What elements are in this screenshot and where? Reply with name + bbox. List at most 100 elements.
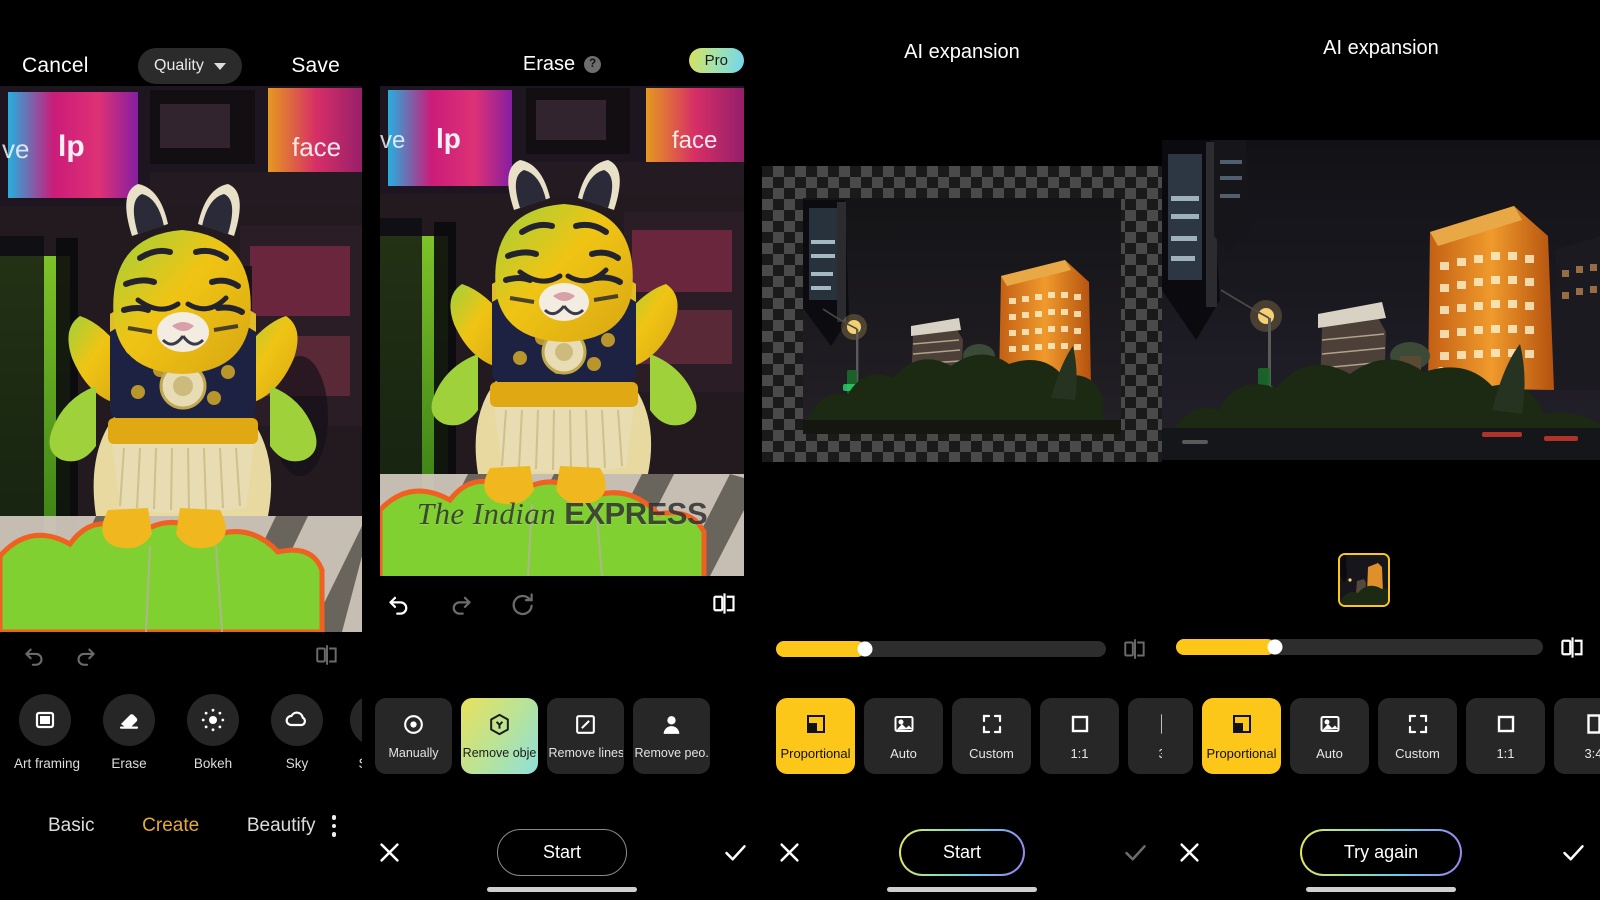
confirm-button-disabled: [1108, 839, 1162, 866]
ratio-proportional[interactable]: Proportional: [776, 698, 855, 774]
panel-photo-editor: Cancel Quality Save lp face ve Art frami…: [0, 0, 362, 900]
ratio-auto[interactable]: Auto: [1290, 698, 1369, 774]
svg-text:face: face: [672, 127, 717, 154]
start-button[interactable]: Start: [898, 828, 1025, 876]
compare-icon[interactable]: [1559, 634, 1586, 661]
watermark-bold: EXPRESS: [564, 496, 708, 531]
ratio-custom[interactable]: Custom: [1378, 698, 1457, 774]
square-icon: [1068, 712, 1092, 736]
quality-dropdown[interactable]: Quality: [138, 48, 242, 84]
try-again-wrap: Try again: [1216, 828, 1546, 876]
confirm-button[interactable]: [708, 839, 762, 866]
reset-icon[interactable]: [508, 590, 535, 617]
mode-remove-lines[interactable]: Remove lines: [547, 698, 624, 774]
slider-thumb[interactable]: [1267, 639, 1283, 655]
ratio-label: Custom: [1395, 745, 1440, 761]
ratio-3-4[interactable]: 3:4: [1128, 698, 1162, 774]
tab-basic[interactable]: Basic: [48, 815, 94, 837]
ratio-1-1[interactable]: 1:1: [1040, 698, 1119, 774]
ratio-3-4-prev[interactable]: 3:4: [1162, 698, 1193, 774]
expanded-result-canvas[interactable]: [1162, 140, 1600, 460]
start-button-wrap: Start: [816, 828, 1108, 876]
tool-sky[interactable]: Sky: [266, 694, 328, 771]
mode-remove-people[interactable]: Remove peo..: [633, 698, 710, 774]
undo-icon[interactable]: [22, 642, 48, 668]
ratio-1-1[interactable]: 1:1: [1466, 698, 1545, 774]
mode-label: Manually: [388, 746, 439, 760]
tool-label: Bokeh: [193, 756, 233, 771]
person-icon: [659, 712, 684, 737]
ratio-proportional[interactable]: Proportional: [1202, 698, 1281, 774]
cancel-button[interactable]: [362, 839, 416, 866]
image-icon: [892, 712, 916, 736]
erase-action-bar: Start: [362, 804, 762, 900]
svg-text:ve: ve: [380, 127, 405, 154]
page-title: AI expansion: [904, 40, 1020, 63]
expand-corners-icon: [980, 712, 1004, 736]
cancel-button[interactable]: [762, 839, 816, 866]
line-square-icon: [573, 712, 598, 737]
expansion-slider[interactable]: [1176, 639, 1543, 655]
redo-icon[interactable]: [447, 590, 474, 617]
redo-icon[interactable]: [72, 642, 98, 668]
aspect-ratio-list-4: 3:4 Proportional Auto Custom: [1162, 698, 1600, 780]
tab-create[interactable]: Create: [142, 815, 199, 837]
night-cityscape-expanded: [1162, 140, 1600, 460]
portrait-icon: [1582, 712, 1600, 736]
tool-label: Sky: [285, 756, 309, 771]
try-again-button[interactable]: Try again: [1299, 828, 1463, 876]
confirm-button[interactable]: [1546, 839, 1600, 866]
result-thumbnail[interactable]: [1338, 553, 1390, 607]
ratio-label: 3:4: [1584, 745, 1600, 761]
tab-beautify[interactable]: Beautify: [247, 815, 316, 837]
expansion-action-bar-4: Try again: [1162, 804, 1600, 900]
home-indicator: [1306, 887, 1456, 892]
thumbnail-image: [1340, 555, 1388, 605]
overflow-menu-icon[interactable]: [331, 815, 336, 837]
mode-remove-object[interactable]: Remove obje: [461, 698, 538, 774]
slider-fill: [1176, 639, 1276, 655]
screenshot-root: Cancel Quality Save lp face ve Art frami…: [0, 0, 1600, 900]
svg-text:ve: ve: [2, 134, 29, 164]
cancel-button[interactable]: [1162, 839, 1216, 866]
ratio-auto[interactable]: Auto: [864, 698, 943, 774]
ratio-label: Custom: [969, 745, 1014, 761]
compare-icon[interactable]: [314, 642, 340, 668]
tool-bokeh[interactable]: Bokeh: [182, 694, 244, 771]
source-photo-inset: [803, 198, 1121, 434]
expansion-canvas[interactable]: [762, 166, 1162, 462]
ratio-3-4[interactable]: 3:4: [1554, 698, 1600, 774]
start-button-label: Start: [900, 830, 1023, 874]
erase-photo-canvas[interactable]: lp face ve The Indian EXPRESS: [380, 86, 744, 576]
slider-thumb[interactable]: [857, 641, 873, 657]
tool-art-framing[interactable]: Art framing: [14, 694, 81, 771]
pro-badge[interactable]: Pro: [688, 48, 744, 73]
bokeh-icon: [187, 694, 239, 746]
portrait-icon: [1162, 712, 1166, 736]
tool-erase[interactable]: Erase: [98, 694, 160, 771]
tool-label: S: [350, 756, 362, 771]
cancel-button[interactable]: Cancel: [22, 54, 89, 78]
compare-icon[interactable]: [711, 590, 738, 617]
undo-icon[interactable]: [386, 590, 413, 617]
mode-manually[interactable]: Manually: [375, 698, 452, 774]
proportional-icon: [804, 712, 828, 736]
tool-label: Art framing: [14, 756, 81, 771]
quality-label: Quality: [154, 57, 204, 74]
editor-photo-canvas[interactable]: lp face ve: [0, 86, 362, 632]
expansion-slider[interactable]: [776, 641, 1106, 657]
tool-partial-next[interactable]: S: [350, 694, 362, 771]
ratio-label: Auto: [890, 745, 917, 761]
compare-icon[interactable]: [1122, 636, 1148, 662]
mode-label: Remove obje: [462, 746, 537, 760]
start-button[interactable]: Start: [497, 828, 627, 876]
ratio-custom[interactable]: Custom: [952, 698, 1031, 774]
help-icon[interactable]: ?: [584, 55, 602, 73]
try-again-label: Try again: [1301, 830, 1461, 874]
mode-label: Remove lines: [548, 746, 623, 760]
panel-erase-tool: Erase ? Pro lp face ve The Indian EXPRES…: [362, 0, 762, 900]
save-button[interactable]: Save: [291, 54, 340, 78]
history-row-panel1: [0, 632, 362, 678]
ratio-label: 3:4: [1162, 746, 1163, 761]
ratio-label: 1:1: [1070, 745, 1089, 761]
